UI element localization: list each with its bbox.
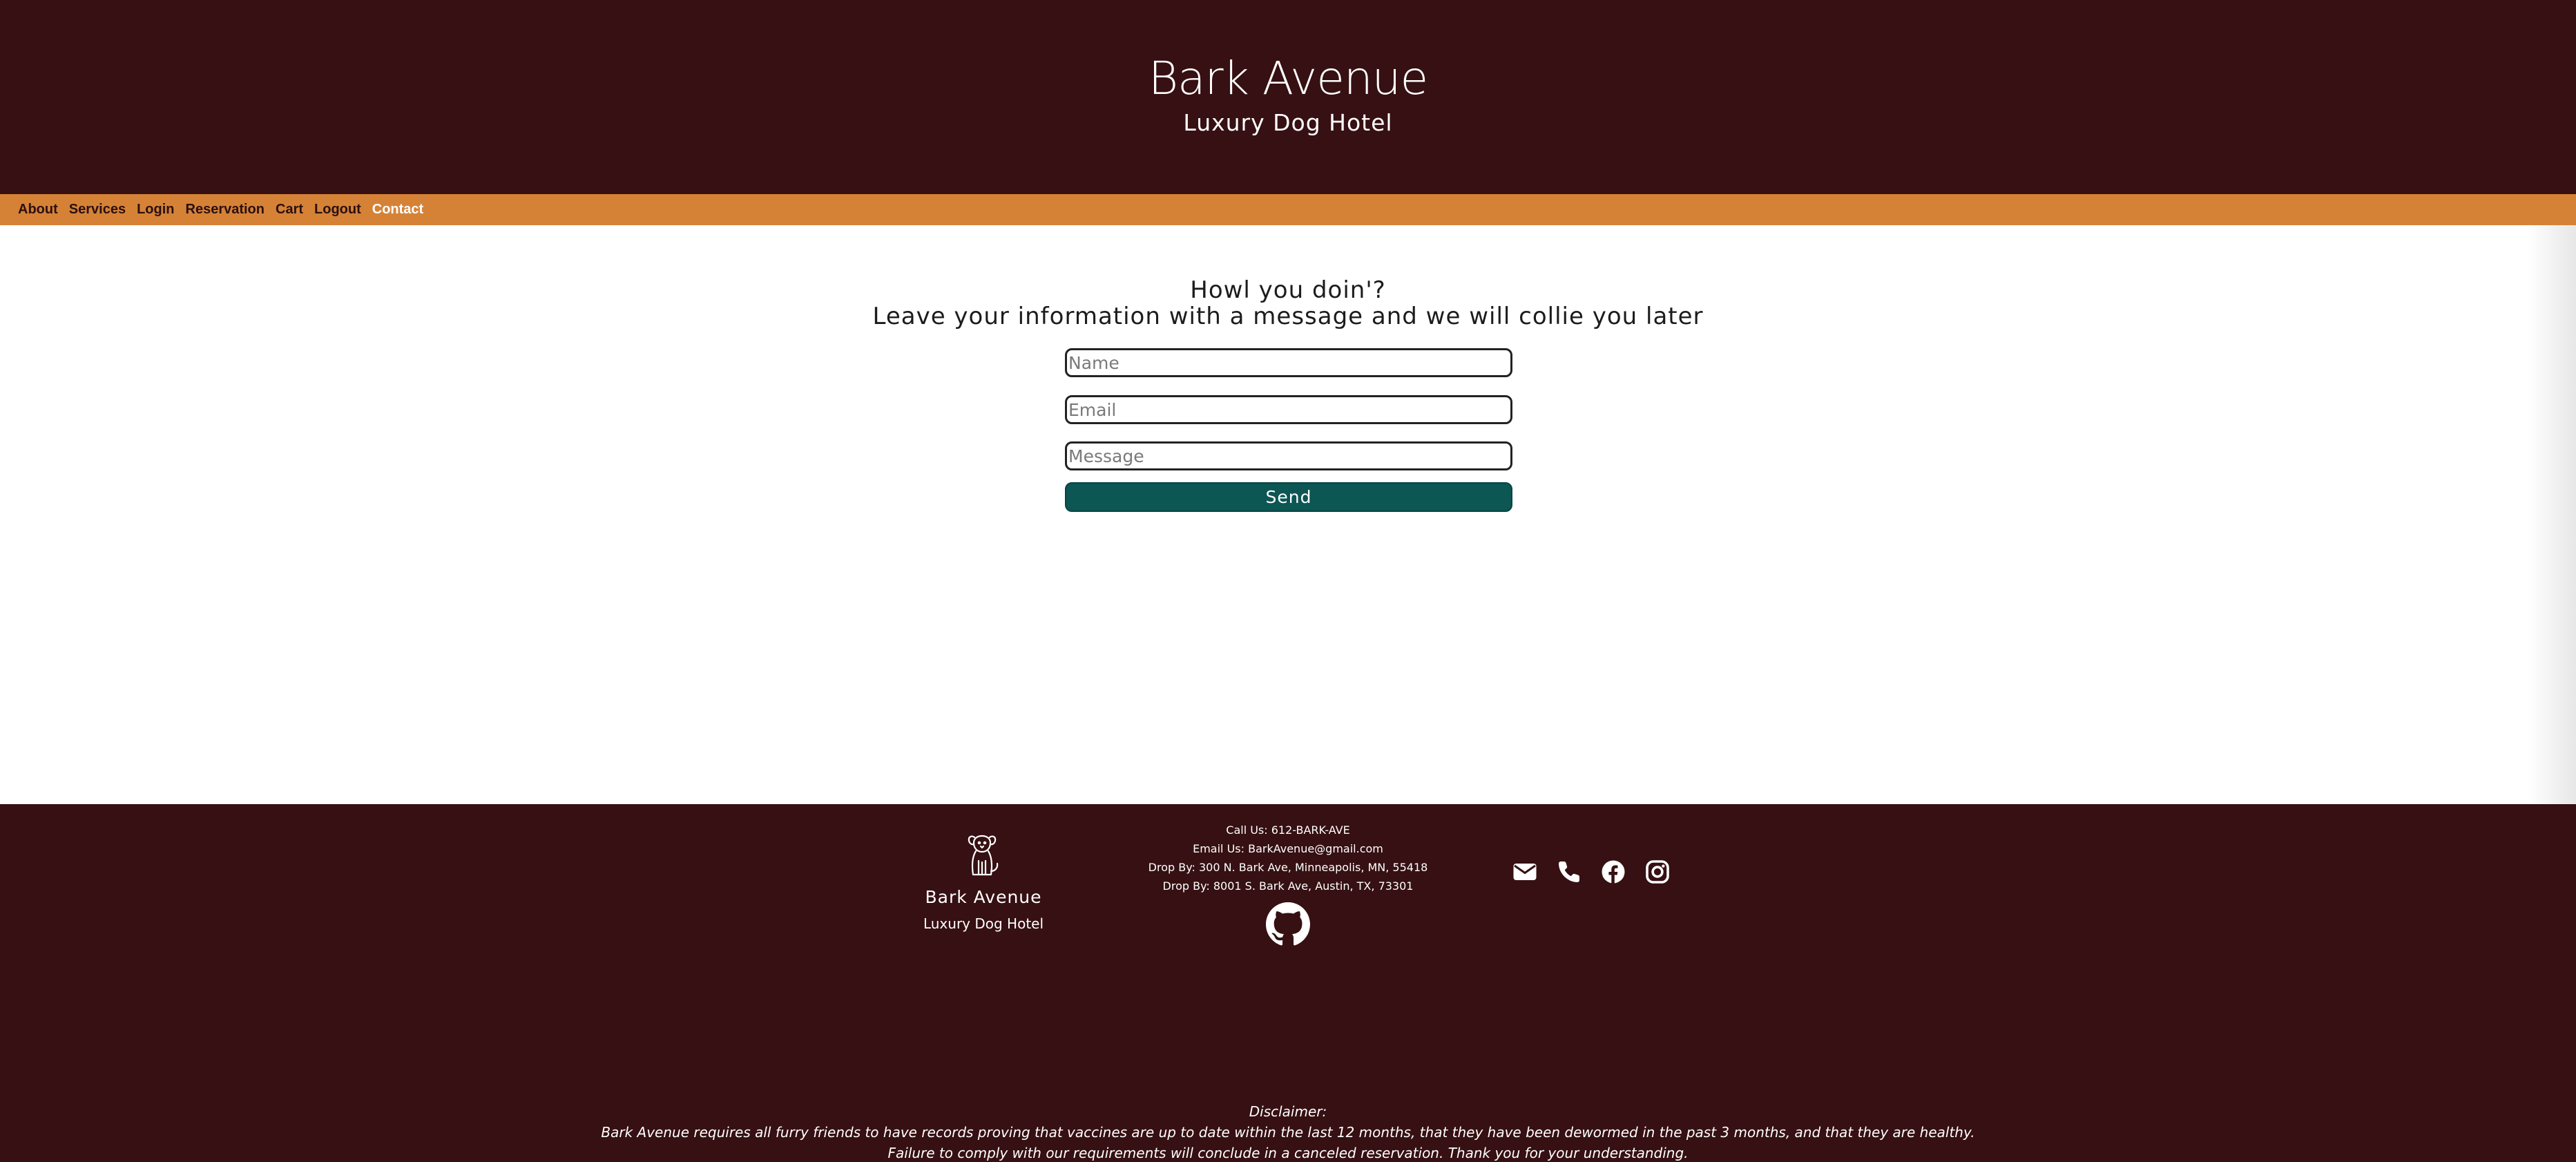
scrollbar-track[interactable] <box>2528 225 2576 804</box>
nav-services[interactable]: Services <box>69 194 126 225</box>
site-subtitle: Luxury Dog Hotel <box>1183 109 1393 136</box>
disclaimer-title: Disclaimer: <box>1249 1103 1327 1120</box>
facebook-icon[interactable] <box>1601 859 1626 884</box>
send-button[interactable]: Send <box>1065 482 1512 512</box>
name-input[interactable] <box>1065 348 1512 377</box>
contact-heading: Howl you doin'? <box>1190 276 1386 304</box>
nav-cart[interactable]: Cart <box>276 194 303 225</box>
disclaimer: Disclaimer: Bark Avenue requires all fur… <box>0 1101 2576 1162</box>
phone-icon[interactable] <box>1557 859 1582 884</box>
footer-contact: Call Us: 612-BARK-AVE Email Us: BarkAven… <box>1105 821 1471 946</box>
nav-logout[interactable]: Logout <box>314 194 361 225</box>
contact-phone: Call Us: 612-BARK-AVE <box>1226 823 1350 837</box>
footer-brand-name: Bark Avenue <box>925 887 1042 907</box>
dog-logo-icon <box>968 835 999 876</box>
contact-address-mn: Drop By: 300 N. Bark Ave, Minneapolis, M… <box>1148 861 1428 874</box>
disclaimer-line-2: Failure to comply with our requirements … <box>887 1145 1689 1161</box>
message-input[interactable] <box>1065 441 1512 470</box>
contact-address-tx: Drop By: 8001 S. Bark Ave, Austin, TX, 7… <box>1162 879 1414 893</box>
nav-reservation[interactable]: Reservation <box>186 194 265 225</box>
footer-brand: Bark Avenue Luxury Dog Hotel <box>914 833 1052 932</box>
nav-contact[interactable]: Contact <box>372 194 423 225</box>
site-footer: Bark Avenue Luxury Dog Hotel Call Us: 61… <box>0 804 2576 1162</box>
nav-login[interactable]: Login <box>137 194 174 225</box>
contact-subheading: Leave your information with a message an… <box>872 303 1704 330</box>
main-nav: About Services Login Reservation Cart Lo… <box>0 194 2576 225</box>
github-icon[interactable] <box>1266 902 1310 946</box>
contact-section: Howl you doin'? Leave your information w… <box>0 225 2576 804</box>
footer-brand-subtitle: Luxury Dog Hotel <box>923 915 1044 932</box>
site-title: Bark Avenue <box>1148 52 1428 105</box>
nav-about[interactable]: About <box>18 194 58 225</box>
email-input[interactable] <box>1065 395 1512 424</box>
contact-email: Email Us: BarkAvenue@gmail.com <box>1193 842 1383 855</box>
site-header: Bark Avenue Luxury Dog Hotel <box>0 0 2576 194</box>
instagram-icon[interactable] <box>1645 859 1670 884</box>
social-links <box>1512 859 1689 884</box>
envelope-icon[interactable] <box>1512 859 1537 884</box>
page: Bark Avenue Luxury Dog Hotel About Servi… <box>0 0 2576 1162</box>
disclaimer-line-1: Bark Avenue requires all furry friends t… <box>601 1124 1975 1141</box>
